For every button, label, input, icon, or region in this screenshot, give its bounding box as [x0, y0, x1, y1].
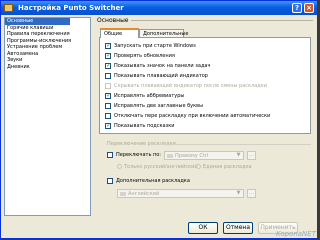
checkbox-tray-icon[interactable]: ✓ Показывать значок на панели задач: [105, 62, 210, 70]
checkbox-fix-abbreviations[interactable]: ✓ Исправлять аббревиатуры: [105, 92, 184, 100]
checkbox-show-hints-box[interactable]: ✓: [105, 122, 111, 129]
checkbox-fix-abbreviations-box[interactable]: ✓: [105, 92, 111, 99]
checkbox-disable-auto-switch-label: Отключать пере раскладку при включении а…: [114, 113, 271, 119]
radio-ru-en-only-label: Только русский/английский: [124, 164, 198, 170]
checkbox-check-updates-label: Проверять обновления: [114, 53, 175, 59]
checkbox-fix-two-capitals[interactable]: Исправлять две заглавные буквы: [105, 102, 203, 110]
checkbox-floating-indicator-box[interactable]: [105, 72, 111, 79]
checkbox-switch-by-box[interactable]: [107, 151, 113, 158]
extra-layout-value: Английский: [128, 191, 160, 197]
general-tab-panel: ✓ Запускать при старте Windows ✓ Проверять…: [99, 37, 311, 134]
radio-single-layout-circle[interactable]: [196, 164, 201, 169]
checkbox-hide-indicator[interactable]: Скрывать плавающий индикатор после смены…: [105, 82, 267, 90]
key-icon: [120, 192, 126, 196]
checkbox-switch-by-label: Переключать по:: [116, 152, 161, 158]
radio-single-layout-label: Единая раскладка: [203, 164, 252, 170]
checkbox-floating-indicator[interactable]: Показывать плавающий индикатор: [105, 72, 208, 80]
checkbox-autostart[interactable]: ✓ Запускать при старте Windows: [105, 42, 196, 50]
switch-by-value: Правому Ctrl: [175, 153, 209, 159]
settings-sidebar: Основные Горячие клавиши Правила переклю…: [4, 17, 91, 216]
close-button[interactable]: ×: [304, 3, 314, 13]
punto-app-icon: [4, 4, 13, 12]
help-button[interactable]: ?: [292, 3, 302, 13]
chevron-down-icon: ▼: [236, 190, 241, 196]
radio-ru-en-only[interactable]: Только русский/английский: [117, 163, 198, 171]
ok-button[interactable]: ОК: [188, 222, 218, 234]
extra-layout-browse-button[interactable]: …: [247, 189, 256, 198]
title-bar[interactable]: Настройка Punto Switcher ? ×: [1, 1, 317, 15]
checkbox-fix-two-capitals-box[interactable]: [105, 102, 111, 109]
chevron-down-icon: ▼: [236, 152, 241, 158]
checkbox-disable-auto-switch-box[interactable]: [105, 112, 111, 119]
layout-group-divider: [151, 144, 311, 145]
watermark: KoponaNET: [275, 230, 316, 238]
checkbox-show-hints[interactable]: ✓ Показывать подсказки: [105, 122, 175, 130]
checkbox-show-hints-label: Показывать подсказки: [114, 123, 175, 129]
switch-by-browse-button[interactable]: …: [247, 151, 256, 160]
checkbox-floating-indicator-label: Показывать плавающий индикатор: [114, 73, 208, 79]
section-title: Основные: [97, 17, 129, 24]
checkbox-tray-icon-label: Показывать значок на панели задач: [114, 63, 211, 69]
checkbox-check-updates[interactable]: ✓ Проверять обновления: [105, 52, 175, 60]
checkbox-hide-indicator-label: Скрывать плавающий индикатор после смены…: [114, 83, 268, 89]
cancel-button[interactable]: Отмена: [223, 222, 253, 234]
checkbox-autostart-box[interactable]: ✓: [105, 42, 111, 49]
checkbox-fix-abbreviations-label: Исправлять аббревиатуры: [114, 93, 185, 99]
checkbox-switch-by[interactable]: Переключать по:: [107, 151, 161, 159]
checkbox-extra-layout[interactable]: Дополнительная раскладка: [107, 177, 190, 185]
settings-window: Настройка Punto Switcher ? × Основные Го…: [0, 0, 318, 239]
extra-layout-select[interactable]: Английский ▼: [117, 189, 244, 198]
checkbox-hide-indicator-box[interactable]: [105, 82, 111, 89]
switch-by-select[interactable]: Правому Ctrl ▼: [164, 151, 244, 160]
window-title: Настройка Punto Switcher: [18, 4, 124, 12]
checkbox-fix-two-capitals-label: Исправлять две заглавные буквы: [114, 103, 204, 109]
tab-general[interactable]: Общие: [100, 28, 139, 38]
sidebar-item-diary[interactable]: Дневник: [5, 64, 90, 71]
key-icon: [167, 154, 173, 158]
checkbox-disable-auto-switch[interactable]: Отключать пере раскладку при включении а…: [105, 112, 270, 120]
checkbox-autostart-label: Запускать при старте Windows: [114, 43, 196, 49]
checkbox-extra-layout-box[interactable]: [107, 177, 113, 184]
checkbox-check-updates-box[interactable]: ✓: [105, 52, 111, 59]
section-divider: [131, 20, 313, 21]
radio-ru-en-only-circle[interactable]: [117, 164, 122, 169]
checkbox-extra-layout-label: Дополнительная раскладка: [116, 178, 190, 184]
checkbox-tray-icon-box[interactable]: ✓: [105, 62, 111, 69]
radio-single-layout[interactable]: Единая раскладка: [196, 163, 252, 171]
